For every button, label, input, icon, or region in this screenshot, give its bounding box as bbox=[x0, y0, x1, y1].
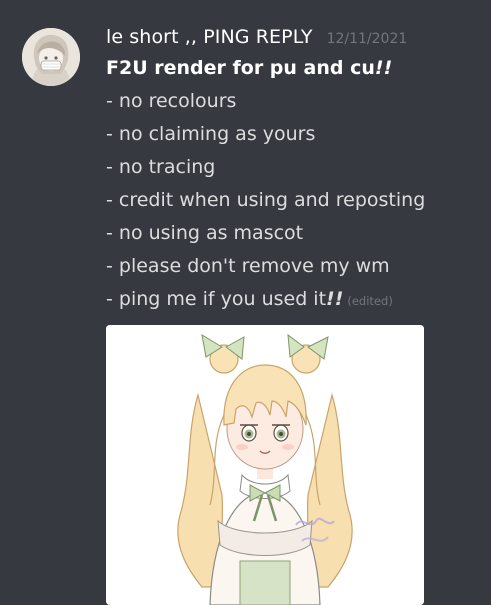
author-name[interactable]: le short ,, PING REPLY bbox=[106, 26, 313, 48]
last-rule-emphasis: !! bbox=[326, 288, 344, 310]
rule-line: - no claiming as yours bbox=[106, 123, 316, 145]
message-title-line: F2U render for pu and cu!! bbox=[106, 52, 486, 85]
last-rule-line: - ping me if you used it!! (edited) bbox=[106, 283, 486, 318]
message-title-text: F2U render for pu and cu bbox=[106, 57, 375, 79]
message-timestamp: 12/11/2021 bbox=[326, 31, 408, 47]
message-header: le short ,, PING REPLY 12/11/2021 bbox=[106, 26, 486, 48]
character-render-image bbox=[106, 325, 424, 605]
last-rule-text: - ping me if you used it bbox=[106, 288, 327, 310]
rule-line: - credit when using and reposting bbox=[106, 189, 426, 211]
message-title-emphasis: !! bbox=[374, 57, 393, 79]
rule-line: - no using as mascot bbox=[106, 222, 304, 244]
rule-line: - no recolours bbox=[106, 90, 237, 112]
chat-message: le short ,, PING REPLY 12/11/2021 F2U re… bbox=[0, 0, 491, 605]
user-avatar[interactable] bbox=[22, 28, 80, 86]
message-content: le short ,, PING REPLY 12/11/2021 F2U re… bbox=[106, 26, 486, 318]
rule-line: - no tracing bbox=[106, 156, 216, 178]
edited-label: (edited) bbox=[347, 294, 393, 308]
image-attachment[interactable] bbox=[106, 325, 424, 605]
rule-line: - please don't remove my wm bbox=[106, 255, 390, 277]
chibi-avatar-icon bbox=[22, 28, 80, 86]
